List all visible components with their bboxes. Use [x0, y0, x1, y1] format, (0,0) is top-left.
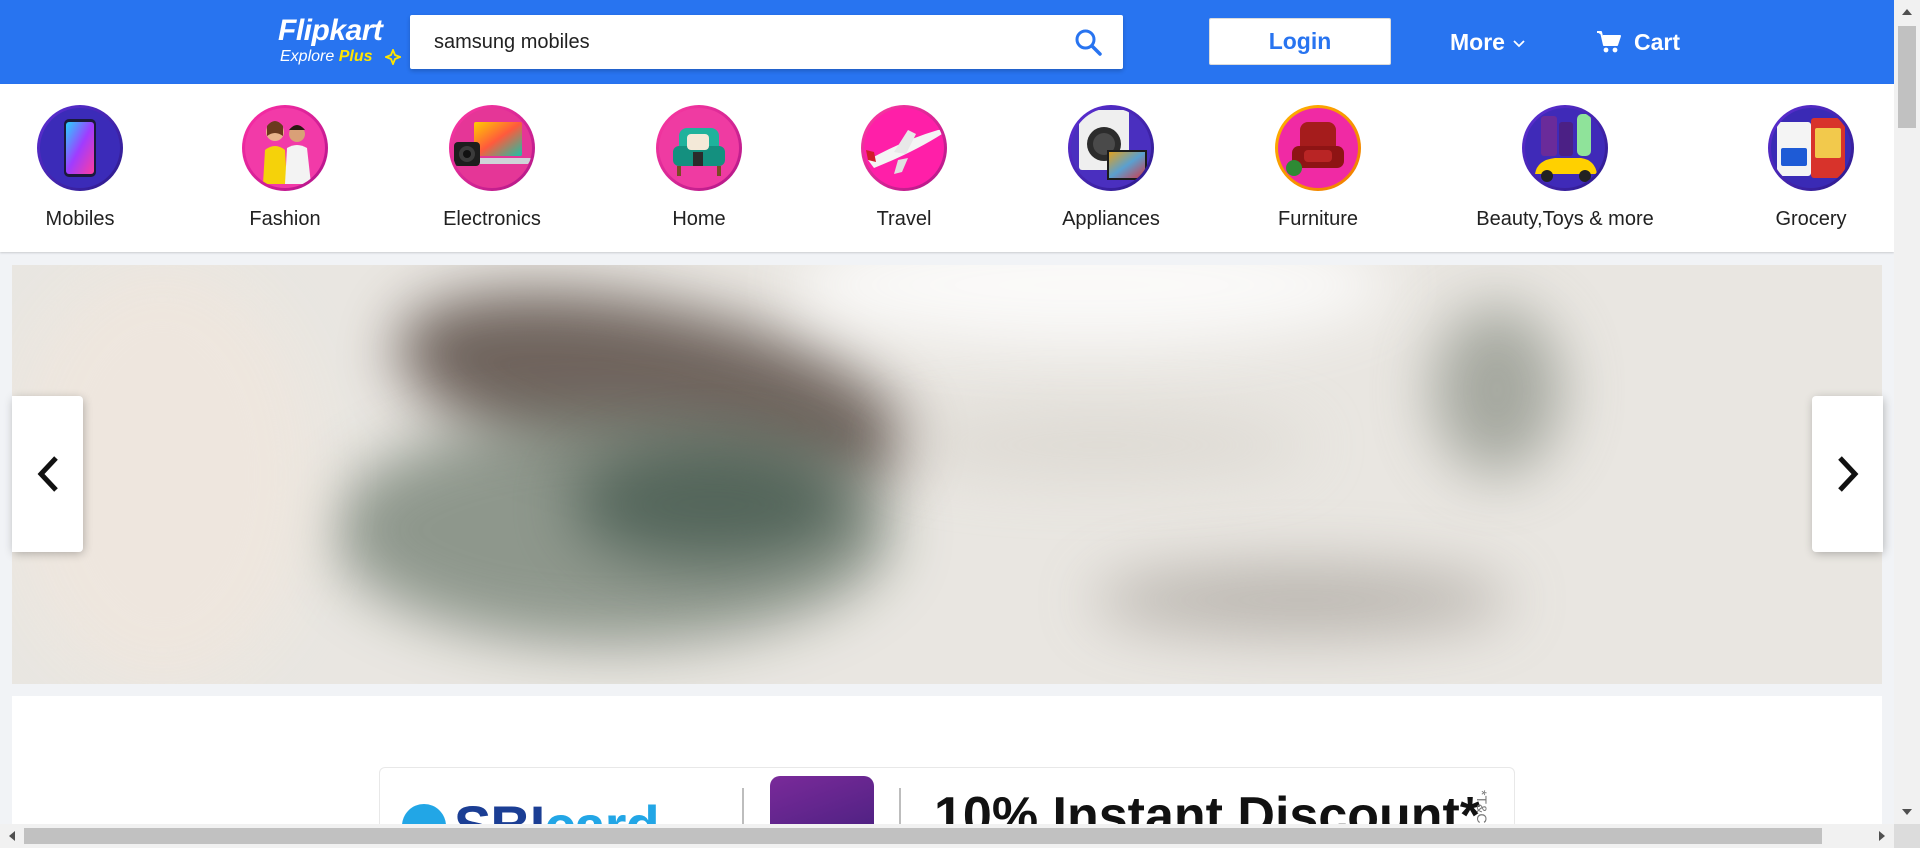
recliner-icon	[1286, 122, 1344, 176]
scroll-down-icon[interactable]	[1901, 808, 1913, 816]
login-button[interactable]: Login	[1209, 18, 1391, 65]
chevron-down-icon	[1513, 40, 1525, 48]
search-bar	[410, 15, 1123, 69]
horizontal-scroll-thumb[interactable]	[24, 828, 1822, 844]
category-image	[37, 105, 123, 191]
category-image	[1522, 105, 1608, 191]
category-mobiles[interactable]: Mobiles	[0, 105, 190, 231]
sbi-logo-icon	[402, 804, 446, 824]
search-icon	[1075, 29, 1102, 56]
category-electronics[interactable]: Electronics	[382, 105, 602, 231]
scroll-up-icon[interactable]	[1901, 8, 1913, 16]
logo-sub-prefix: Explore	[280, 48, 339, 65]
scroll-left-icon[interactable]	[8, 830, 16, 842]
washing-machine-tv-icon	[1079, 110, 1147, 180]
vertical-scrollbar[interactable]	[1894, 0, 1920, 824]
bank-prefix: SBI	[454, 794, 545, 825]
category-grocery[interactable]: Grocery	[1701, 105, 1894, 231]
category-appliances[interactable]: Appliances	[1001, 105, 1221, 231]
banner-carousel[interactable]	[12, 265, 1882, 684]
category-image	[1275, 105, 1361, 191]
carousel-prev-button[interactable]	[12, 396, 83, 552]
yono-app-logo: yono	[770, 776, 874, 824]
category-label: Electronics	[443, 208, 541, 230]
search-input[interactable]	[410, 15, 1050, 69]
category-label: Travel	[876, 208, 932, 230]
scroll-right-icon[interactable]	[1878, 830, 1886, 842]
cart-link[interactable]: Cart	[1596, 24, 1680, 60]
discount-headline: 10% Instant Discount*	[934, 787, 1481, 824]
sbi-card-logo: SBIcard	[402, 798, 660, 825]
cart-icon	[1597, 31, 1621, 53]
carousel-next-button[interactable]	[1812, 396, 1883, 552]
cart-label: Cart	[1634, 28, 1681, 55]
category-fashion[interactable]: Fashion	[175, 105, 395, 231]
category-label: Furniture	[1277, 208, 1359, 230]
page-viewport: Flipkart Explore Plus Login More	[0, 0, 1894, 824]
category-label: Fashion	[249, 208, 321, 230]
more-menu[interactable]: More	[1450, 24, 1525, 60]
armchair-icon	[673, 128, 725, 176]
category-label: Appliances	[1062, 208, 1160, 230]
flipkart-logo[interactable]: Flipkart Explore Plus	[278, 14, 401, 68]
category-image	[242, 105, 328, 191]
banner-blur-shape	[892, 415, 1312, 475]
category-label: Mobiles	[45, 208, 115, 230]
banner-blur-shape	[572, 445, 852, 565]
terms-text: *T&C Apply	[1474, 790, 1490, 824]
logo-sub-plus: Plus	[338, 48, 373, 65]
logo-text: Flipkart	[278, 14, 383, 47]
category-travel[interactable]: Travel	[794, 105, 1014, 231]
category-image	[1068, 105, 1154, 191]
divider	[742, 788, 744, 824]
more-label: More	[1450, 28, 1505, 55]
chevron-left-icon	[37, 456, 58, 492]
vertical-scroll-thumb[interactable]	[1898, 26, 1916, 128]
mobile-phone-icon	[64, 119, 96, 177]
airplane-icon	[866, 129, 943, 174]
toy-car-cosmetics-icon	[1535, 114, 1597, 182]
bank-suffix: card	[544, 794, 659, 825]
fashion-models-icon	[263, 121, 311, 184]
grocery-pack-icon	[1777, 118, 1845, 178]
category-label: Beauty,Toys & more	[1476, 208, 1654, 230]
banner-blur-shape	[1092, 565, 1512, 635]
horizontal-scrollbar[interactable]	[0, 824, 1894, 848]
banner-blur-shape	[1432, 305, 1562, 475]
category-bar: Mobiles Fashion Electronics Home Travel …	[0, 84, 1894, 252]
category-label: Home	[672, 208, 726, 230]
category-image	[861, 105, 947, 191]
sbi-logo-text: SBIcard	[454, 798, 660, 825]
category-label: Grocery	[1775, 208, 1847, 230]
promo-offer-banner[interactable]: SBIcard yono 10% Instant Discount* *T&C …	[379, 767, 1515, 824]
banner-blur-shape	[792, 265, 1392, 345]
logo-subtitle: Explore Plus	[280, 48, 373, 66]
laptop-camera-icon	[454, 122, 532, 166]
divider	[899, 788, 901, 824]
category-image	[1768, 105, 1854, 191]
search-button[interactable]	[1053, 15, 1123, 69]
chevron-right-icon	[1837, 456, 1858, 492]
category-furniture[interactable]: Furniture	[1208, 105, 1428, 231]
scrollbar-corner	[1894, 824, 1920, 848]
plus-star-icon	[385, 49, 401, 65]
category-beauty-toys[interactable]: Beauty,Toys & more	[1455, 105, 1675, 231]
top-header: Flipkart Explore Plus Login More	[0, 0, 1894, 84]
category-image	[656, 105, 742, 191]
category-home[interactable]: Home	[589, 105, 809, 231]
category-image	[449, 105, 535, 191]
promo-section: SBIcard yono 10% Instant Discount* *T&C …	[12, 696, 1882, 824]
